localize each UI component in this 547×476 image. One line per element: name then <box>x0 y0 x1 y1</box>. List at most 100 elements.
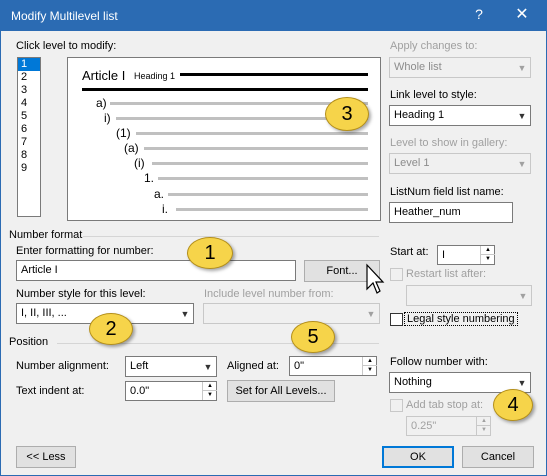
chevron-down-icon: ▼ <box>517 159 527 169</box>
level-item-5[interactable]: 5 <box>18 110 40 123</box>
callout-3: 3 <box>325 97 369 131</box>
link-level-label: Link level to style: <box>390 89 477 101</box>
number-alignment-value: Left <box>130 360 149 372</box>
text-indent-spinner[interactable]: 0.0" ▲ ▼ <box>125 381 217 401</box>
start-at-label: Start at: <box>390 246 429 258</box>
legal-style-label[interactable]: Legal style numbering <box>404 312 518 326</box>
preview-number-5: (a) <box>124 141 139 155</box>
legal-style-checkbox[interactable] <box>390 313 403 326</box>
include-level-label: Include level number from: <box>204 288 334 300</box>
gallery-level-combo: Level 1 ▼ <box>389 153 531 174</box>
number-format-input[interactable]: Article I <box>16 260 296 281</box>
less-button[interactable]: << Less <box>16 446 76 468</box>
number-style-label: Number style for this level: <box>16 288 146 300</box>
chevron-down-icon: ▼ <box>517 63 527 73</box>
preview-number-2: a) <box>96 96 107 110</box>
listnum-label: ListNum field list name: <box>390 186 504 198</box>
text-indent-value: 0.0" <box>130 385 150 397</box>
help-icon[interactable]: ? <box>471 6 487 22</box>
include-level-combo: ▼ <box>203 303 380 324</box>
chevron-down-icon: ▼ <box>518 291 528 301</box>
position-section: Position <box>9 336 49 348</box>
apply-changes-label: Apply changes to: <box>390 40 478 52</box>
preview-article: Article I <box>82 68 126 83</box>
preview-heading: Heading 1 <box>134 71 176 81</box>
apply-changes-combo: Whole list ▼ <box>389 57 531 78</box>
list-preview: Article I Heading 1 a) i) (1) (a) (i) 1.… <box>67 57 381 221</box>
restart-list-checkbox <box>390 268 403 281</box>
spin-down-icon[interactable]: ▼ <box>481 255 495 264</box>
preview-number-3: i) <box>104 111 111 125</box>
tab-stop-value: 0.25" <box>411 420 437 432</box>
preview-number-4: (1) <box>116 126 131 140</box>
text-indent-label: Text indent at: <box>16 385 85 397</box>
chevron-down-icon[interactable]: ▼ <box>177 304 193 323</box>
spin-up-icon[interactable]: ▲ <box>363 357 377 366</box>
preview-line-level-4 <box>136 132 368 135</box>
spin-down-icon: ▼ <box>481 427 487 433</box>
level-item-7[interactable]: 7 <box>18 136 40 149</box>
add-tab-stop-label: Add tab stop at: <box>406 399 484 411</box>
follow-number-label: Follow number with: <box>390 356 488 368</box>
spin-down-icon[interactable]: ▼ <box>203 391 217 400</box>
link-level-value: Heading 1 <box>394 109 445 121</box>
number-format-section: Number format <box>9 229 83 241</box>
chevron-down-icon[interactable]: ▼ <box>514 106 530 125</box>
level-item-6[interactable]: 6 <box>18 123 40 136</box>
number-alignment-label: Number alignment: <box>16 360 109 372</box>
callout-1: 1 <box>187 237 233 269</box>
listnum-field[interactable]: Heather_num <box>389 202 513 223</box>
preview-line-level-1b <box>82 88 368 91</box>
modify-multilevel-list-dialog: Modify Multilevel list ? ✕ Click level t… <box>0 0 547 476</box>
preview-line-level-6 <box>152 162 368 165</box>
restart-list-label: Restart list after: <box>406 268 487 280</box>
link-level-combo[interactable]: Heading 1 ▼ <box>389 105 531 126</box>
mouse-cursor-icon <box>366 263 385 294</box>
spin-down-icon[interactable]: ▼ <box>363 366 377 375</box>
number-alignment-combo[interactable]: Left ▼ <box>125 356 217 377</box>
gallery-level-label: Level to show in gallery: <box>390 137 508 149</box>
tab-stop-spinner: 0.25" ▲ ▼ <box>406 416 491 436</box>
apply-changes-value: Whole list <box>394 61 442 73</box>
level-item-4[interactable]: 4 <box>18 97 40 110</box>
gallery-level-value: Level 1 <box>394 157 430 169</box>
number-format-divider <box>83 236 379 237</box>
level-item-1[interactable]: 1 <box>18 58 40 71</box>
preview-number-6: (i) <box>134 156 145 170</box>
preview-line-level-7 <box>158 177 368 180</box>
preview-line-level-9 <box>176 208 368 211</box>
preview-line-level-1 <box>180 73 368 76</box>
cancel-button[interactable]: Cancel <box>462 446 534 468</box>
spin-up-icon[interactable]: ▲ <box>481 246 495 255</box>
level-list[interactable]: 1 2 3 4 5 6 7 8 9 <box>17 57 41 217</box>
dialog-title: Modify Multilevel list <box>11 9 118 23</box>
aligned-at-label: Aligned at: <box>227 360 279 372</box>
restart-list-combo: ▼ <box>406 285 532 306</box>
aligned-at-spinner[interactable]: 0" ▲ ▼ <box>289 356 377 376</box>
level-item-9[interactable]: 9 <box>18 162 40 175</box>
callout-4: 4 <box>493 389 533 421</box>
level-item-2[interactable]: 2 <box>18 71 40 84</box>
callout-5: 5 <box>291 321 335 353</box>
aligned-at-value: 0" <box>294 360 305 372</box>
ok-button[interactable]: OK <box>382 446 454 468</box>
spin-up-icon: ▲ <box>477 417 491 426</box>
number-style-value: I, II, III, ... <box>21 307 67 319</box>
start-at-spinner[interactable]: I ▲ ▼ <box>437 245 495 265</box>
chevron-down-icon: ▼ <box>366 309 376 319</box>
spin-up-icon[interactable]: ▲ <box>203 382 217 391</box>
preview-number-9: i. <box>162 202 168 216</box>
preview-line-level-8 <box>168 193 368 196</box>
follow-number-value: Nothing <box>394 376 432 388</box>
chevron-down-icon[interactable]: ▼ <box>200 357 216 376</box>
start-at-value: I <box>442 249 446 261</box>
click-level-label: Click level to modify: <box>16 40 117 52</box>
preview-number-7: 1. <box>144 171 155 185</box>
preview-number-8: a. <box>154 187 165 201</box>
set-for-all-levels-button[interactable]: Set for All Levels... <box>227 380 335 402</box>
enter-formatting-label: Enter formatting for number: <box>16 245 154 257</box>
close-icon[interactable]: ✕ <box>513 4 531 24</box>
level-item-8[interactable]: 8 <box>18 149 40 162</box>
preview-line-level-5 <box>144 147 368 150</box>
level-item-3[interactable]: 3 <box>18 84 40 97</box>
